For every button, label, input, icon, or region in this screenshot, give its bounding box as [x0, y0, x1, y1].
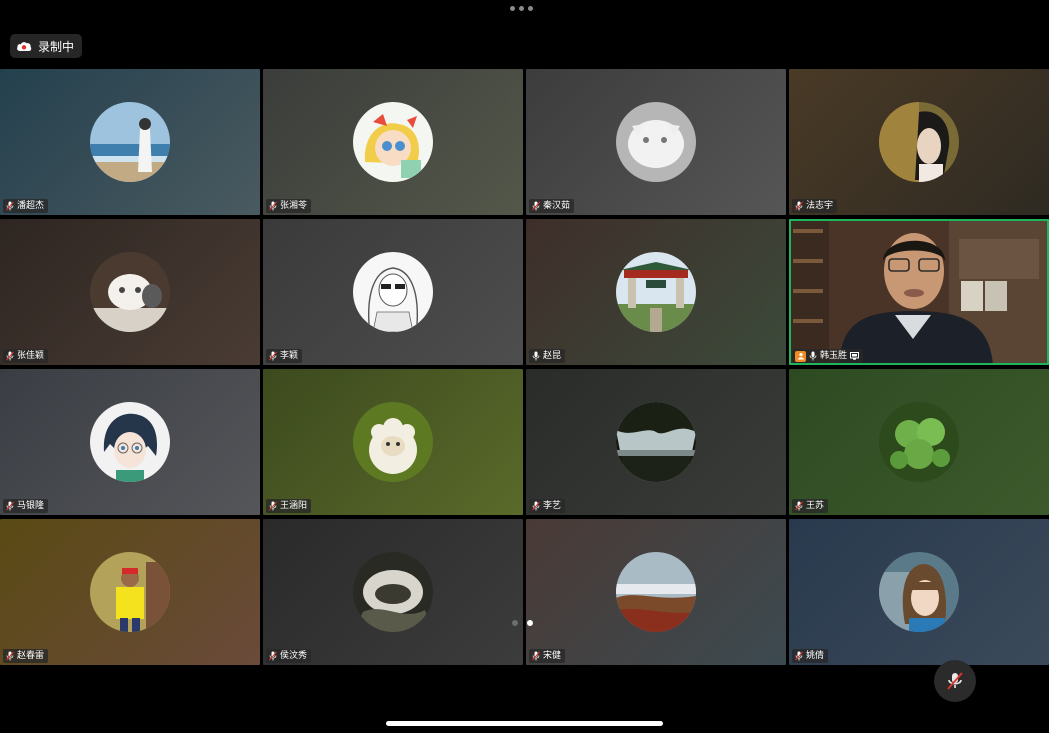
participant-name: 赵春雷	[17, 651, 45, 661]
participant-name: 潘超杰	[17, 201, 45, 211]
participant-tile[interactable]: 潘超杰	[0, 69, 260, 215]
page-indicator[interactable]	[512, 620, 533, 626]
mic-muted-icon	[532, 501, 540, 511]
participant-name-tag: 秦汉茹	[529, 199, 575, 213]
avatar	[616, 552, 696, 632]
mic-muted-icon	[6, 351, 14, 361]
mic-muted-icon	[6, 501, 14, 511]
mic-muted-icon	[795, 201, 803, 211]
mic-muted-icon	[269, 201, 277, 211]
mic-muted-icon	[6, 201, 14, 211]
avatar	[353, 252, 433, 332]
mic-muted-icon	[269, 351, 277, 361]
mic-muted-icon	[795, 501, 803, 511]
dot-icon	[510, 6, 515, 11]
top-menu-dots[interactable]	[510, 6, 533, 11]
host-icon	[795, 350, 806, 362]
participant-tile[interactable]: 王涵阳	[263, 369, 523, 515]
participant-grid: 潘超杰 张湘苓 秦汉茹 法志宇张佳颖 李颖 赵昆 韩玉胜马银隆 王涵阳 李艺 王苏赵春雷 侯汶秀 宋健…	[0, 69, 1049, 665]
participant-name: 姚倩	[806, 651, 825, 661]
home-indicator[interactable]	[386, 721, 663, 726]
participant-tile[interactable]: 马银隆	[0, 369, 260, 515]
participant-name: 秦汉茹	[543, 201, 571, 211]
mic-muted-icon	[269, 501, 277, 511]
participant-name: 韩玉胜	[820, 351, 848, 361]
participant-name-tag: 姚倩	[792, 649, 829, 663]
avatar	[353, 402, 433, 482]
participant-tile[interactable]: 王苏	[789, 369, 1049, 515]
recording-badge[interactable]: 录制中	[10, 34, 83, 58]
participant-tile[interactable]: 李颖	[263, 219, 523, 365]
participant-name-tag: 侯汶秀	[266, 649, 312, 663]
avatar	[879, 552, 959, 632]
participant-name: 李颖	[280, 351, 299, 361]
avatar	[879, 102, 959, 182]
participant-name-tag: 张湘苓	[266, 199, 312, 213]
dot-icon	[519, 6, 524, 11]
avatar	[90, 402, 170, 482]
page-dot[interactable]	[512, 620, 518, 626]
participant-name-tag: 赵春雷	[3, 649, 49, 663]
participant-tile[interactable]: 侯汶秀	[263, 519, 523, 665]
participant-tile[interactable]: 姚倩	[789, 519, 1049, 665]
mic-toggle-button[interactable]	[934, 660, 976, 702]
cloud-record-icon	[17, 42, 32, 51]
participant-tile[interactable]: 韩玉胜	[789, 219, 1049, 365]
participant-tile[interactable]: 赵昆	[526, 219, 786, 365]
participant-name: 法志宇	[806, 201, 834, 211]
participant-name: 张湘苓	[280, 201, 308, 211]
participant-name: 李艺	[543, 501, 562, 511]
avatar	[616, 102, 696, 182]
mic-muted-icon	[532, 651, 540, 661]
participant-name: 王涵阳	[280, 501, 308, 511]
avatar	[90, 102, 170, 182]
video-feed	[789, 219, 1049, 365]
participant-name-tag: 张佳颖	[3, 349, 49, 363]
avatar	[616, 402, 696, 482]
participant-tile[interactable]: 李艺	[526, 369, 786, 515]
participant-name: 赵昆	[543, 351, 562, 361]
participant-name-tag: 赵昆	[529, 349, 566, 363]
participant-name-tag: 李颖	[266, 349, 303, 363]
mic-muted-icon	[795, 651, 803, 661]
recording-label: 录制中	[38, 39, 75, 54]
participant-name: 宋健	[543, 651, 562, 661]
avatar	[879, 402, 959, 482]
participant-name: 马银隆	[17, 501, 45, 511]
participant-name: 张佳颖	[17, 351, 45, 361]
participant-tile[interactable]: 张佳颖	[0, 219, 260, 365]
participant-name-tag: 潘超杰	[3, 199, 49, 213]
mic-on-icon	[809, 351, 817, 361]
participant-name-tag: 王苏	[792, 499, 829, 513]
page-dot-current[interactable]	[527, 620, 533, 626]
screen-share-icon	[850, 352, 860, 360]
participant-tile[interactable]: 张湘苓	[263, 69, 523, 215]
participant-name: 侯汶秀	[280, 651, 308, 661]
participant-name-tag: 王涵阳	[266, 499, 312, 513]
dot-icon	[528, 6, 533, 11]
participant-name-tag: 李艺	[529, 499, 566, 513]
avatar	[90, 552, 170, 632]
participant-name-tag: 宋健	[529, 649, 566, 663]
participant-tile[interactable]: 法志宇	[789, 69, 1049, 215]
avatar	[353, 552, 433, 632]
avatar	[90, 252, 170, 332]
participant-tile[interactable]: 宋健	[526, 519, 786, 665]
mic-muted-icon	[947, 672, 963, 690]
avatar	[353, 102, 433, 182]
mic-muted-icon	[532, 201, 540, 211]
participant-name-tag: 韩玉胜	[792, 349, 864, 363]
participant-name-tag: 马银隆	[3, 499, 49, 513]
mic-muted-icon	[6, 651, 14, 661]
mic-on-icon	[532, 351, 540, 361]
mic-muted-icon	[269, 651, 277, 661]
participant-tile[interactable]: 赵春雷	[0, 519, 260, 665]
avatar	[616, 252, 696, 332]
participant-name-tag: 法志宇	[792, 199, 838, 213]
participant-name: 王苏	[806, 501, 825, 511]
participant-tile[interactable]: 秦汉茹	[526, 69, 786, 215]
